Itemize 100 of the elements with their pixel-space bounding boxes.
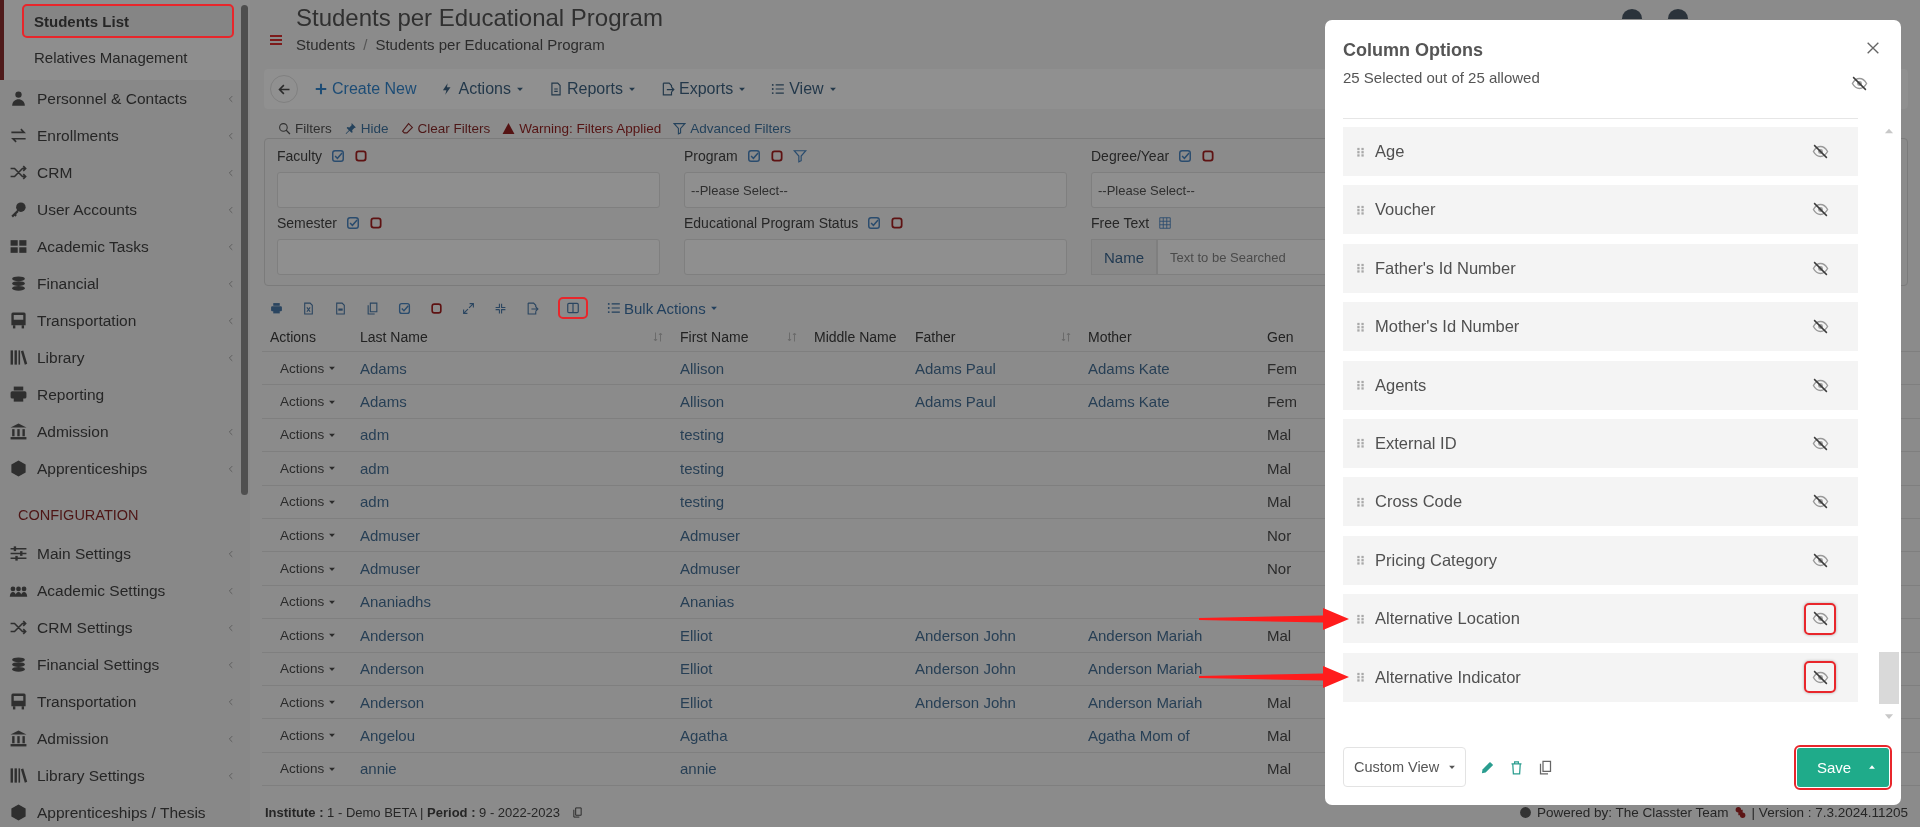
hide-column-button[interactable] xyxy=(1804,602,1836,635)
sidebar-item[interactable]: Academic Tasks xyxy=(0,228,250,265)
column-item[interactable]: Voucher xyxy=(1343,185,1858,235)
sidebar-item[interactable]: Reporting xyxy=(0,376,250,413)
column-item[interactable]: Pricing Category xyxy=(1343,535,1858,585)
sidebar-item[interactable]: Financial xyxy=(0,265,250,302)
sidebar-item[interactable]: Transportation xyxy=(0,683,250,720)
sidebar-item[interactable]: Financial Settings xyxy=(0,646,250,683)
sidebar-item[interactable]: Library xyxy=(0,339,250,376)
sidebar-subitem[interactable]: Relatives Management xyxy=(22,40,234,74)
column-item[interactable]: Age xyxy=(1343,127,1858,176)
table-cell[interactable]: Anderson John xyxy=(915,626,1016,644)
column-header[interactable]: First Name xyxy=(680,329,749,345)
actions-dropdown[interactable]: Actions xyxy=(280,694,338,710)
table-cell[interactable]: adm xyxy=(360,426,390,444)
actions-dropdown[interactable]: Actions xyxy=(280,394,338,410)
table-cell[interactable]: Adams xyxy=(360,393,407,411)
table-cell[interactable]: Adams Kate xyxy=(1088,393,1170,411)
toolbar-button[interactable]: Create New xyxy=(306,76,425,102)
actions-dropdown[interactable]: Actions xyxy=(280,494,338,510)
actions-dropdown[interactable]: Actions xyxy=(280,661,338,677)
sidebar-item[interactable]: CRM xyxy=(0,154,250,191)
sidebar-item[interactable]: Admission xyxy=(0,413,250,450)
sidebar-item[interactable]: Admission xyxy=(0,720,250,757)
table-cell[interactable]: Agatha Mom of xyxy=(1088,727,1190,744)
view-select[interactable]: Custom View xyxy=(1343,747,1466,787)
table-cell[interactable]: Admuser xyxy=(360,526,421,544)
hide-all-button[interactable] xyxy=(1850,75,1869,92)
filter-link[interactable]: Clear Filters xyxy=(400,121,491,136)
sidebar-item[interactable]: Apprenticeships xyxy=(0,450,250,487)
column-header[interactable]: Mother xyxy=(1088,329,1132,345)
table-cell[interactable]: Allison xyxy=(680,359,725,377)
table-cell[interactable]: Anderson Mariah xyxy=(1088,693,1203,711)
table-cell[interactable]: Anderson xyxy=(360,626,425,644)
column-item[interactable]: Mother's Id Number xyxy=(1343,302,1858,352)
table-cell[interactable]: Anderson John xyxy=(915,693,1016,711)
table-cell[interactable]: Adams xyxy=(360,359,407,377)
filter-link[interactable]: Hide xyxy=(343,121,389,136)
actions-dropdown[interactable]: Actions xyxy=(280,594,338,610)
sidebar-item[interactable]: User Accounts xyxy=(0,191,250,228)
actions-dropdown[interactable]: Actions xyxy=(280,561,338,577)
table-cell[interactable]: Anderson xyxy=(360,693,425,711)
actions-dropdown[interactable]: Actions xyxy=(280,728,338,743)
table-cell[interactable]: Anderson Mariah xyxy=(1088,660,1203,678)
toolbar-button[interactable]: Reports xyxy=(540,76,645,102)
breadcrumb-item[interactable]: Students xyxy=(296,36,356,53)
table-cell[interactable]: Anderson John xyxy=(915,660,1016,678)
table-cell[interactable]: Admuser xyxy=(680,526,741,544)
table-cell[interactable]: Allison xyxy=(680,393,725,411)
column-header[interactable]: Last Name xyxy=(360,329,428,345)
toolbar-button[interactable]: Exports xyxy=(653,76,756,102)
table-cell[interactable]: testing xyxy=(680,426,725,444)
column-item[interactable]: Father's Id Number xyxy=(1343,243,1858,293)
actions-dropdown[interactable]: Actions xyxy=(280,627,338,643)
column-item[interactable]: Alternative Location xyxy=(1343,594,1858,644)
table-cell[interactable]: Elliot xyxy=(680,693,713,711)
table-cell[interactable]: Admuser xyxy=(360,560,421,578)
actions-dropdown[interactable]: Actions xyxy=(280,527,338,543)
column-header[interactable]: Middle Name xyxy=(814,329,897,345)
sidebar-item[interactable]: Transportation xyxy=(0,302,250,339)
columns-button[interactable] xyxy=(558,297,588,319)
table-cell[interactable]: annie xyxy=(680,760,717,778)
table-cell[interactable]: Admuser xyxy=(680,560,741,578)
sidebar-item[interactable]: Apprenticeships / Thesis xyxy=(0,794,250,827)
table-cell[interactable]: Anderson Mariah xyxy=(1088,626,1203,644)
sidebar-item[interactable]: CRM Settings xyxy=(0,609,250,646)
filter-link[interactable]: Filters xyxy=(278,121,332,136)
table-cell[interactable]: testing xyxy=(680,493,725,511)
column-header[interactable]: Actions xyxy=(270,329,316,345)
sidebar-item[interactable]: Enrollments xyxy=(0,117,250,154)
bulk-actions-button[interactable]: Bulk Actions xyxy=(607,299,719,317)
table-cell[interactable]: Elliot xyxy=(680,626,713,644)
column-item[interactable]: External ID xyxy=(1343,418,1858,468)
sidebar-item[interactable]: Main Settings xyxy=(0,535,250,572)
column-item[interactable]: Cross Code xyxy=(1343,477,1858,527)
column-header[interactable]: Father xyxy=(915,329,956,345)
table-cell[interactable]: testing xyxy=(680,459,725,477)
toolbar-button[interactable]: View xyxy=(763,76,846,102)
sidebar-item[interactable]: Academic Settings xyxy=(0,572,250,609)
scrollbar-thumb[interactable] xyxy=(1879,652,1899,704)
toolbar-button[interactable]: Actions xyxy=(432,76,533,102)
sidebar-subitem[interactable]: Students List xyxy=(22,4,234,38)
table-cell[interactable]: Angelou xyxy=(360,727,416,744)
table-cell[interactable]: annie xyxy=(360,760,397,778)
table-cell[interactable]: Adams Kate xyxy=(1088,359,1170,377)
field-addon[interactable]: Name xyxy=(1091,239,1157,275)
filter-link[interactable]: Advanced Filters xyxy=(673,121,791,136)
column-item[interactable]: Agents xyxy=(1343,360,1858,410)
column-item[interactable]: Alternative Indicator xyxy=(1343,652,1858,702)
table-cell[interactable]: Elliot xyxy=(680,660,713,678)
table-cell[interactable]: adm xyxy=(360,459,390,477)
table-cell[interactable]: Adams Paul xyxy=(915,359,996,377)
sidebar-item[interactable]: Personnel & Contacts xyxy=(0,80,250,117)
actions-dropdown[interactable]: Actions xyxy=(280,360,338,376)
scrollbar-thumb[interactable] xyxy=(241,5,248,495)
actions-dropdown[interactable]: Actions xyxy=(280,761,338,777)
table-cell[interactable]: Agatha xyxy=(680,727,728,744)
table-cell[interactable]: Anderson xyxy=(360,660,425,678)
filter-link[interactable]: Warning: Filters Applied xyxy=(502,121,662,136)
hide-column-button[interactable] xyxy=(1804,661,1836,693)
